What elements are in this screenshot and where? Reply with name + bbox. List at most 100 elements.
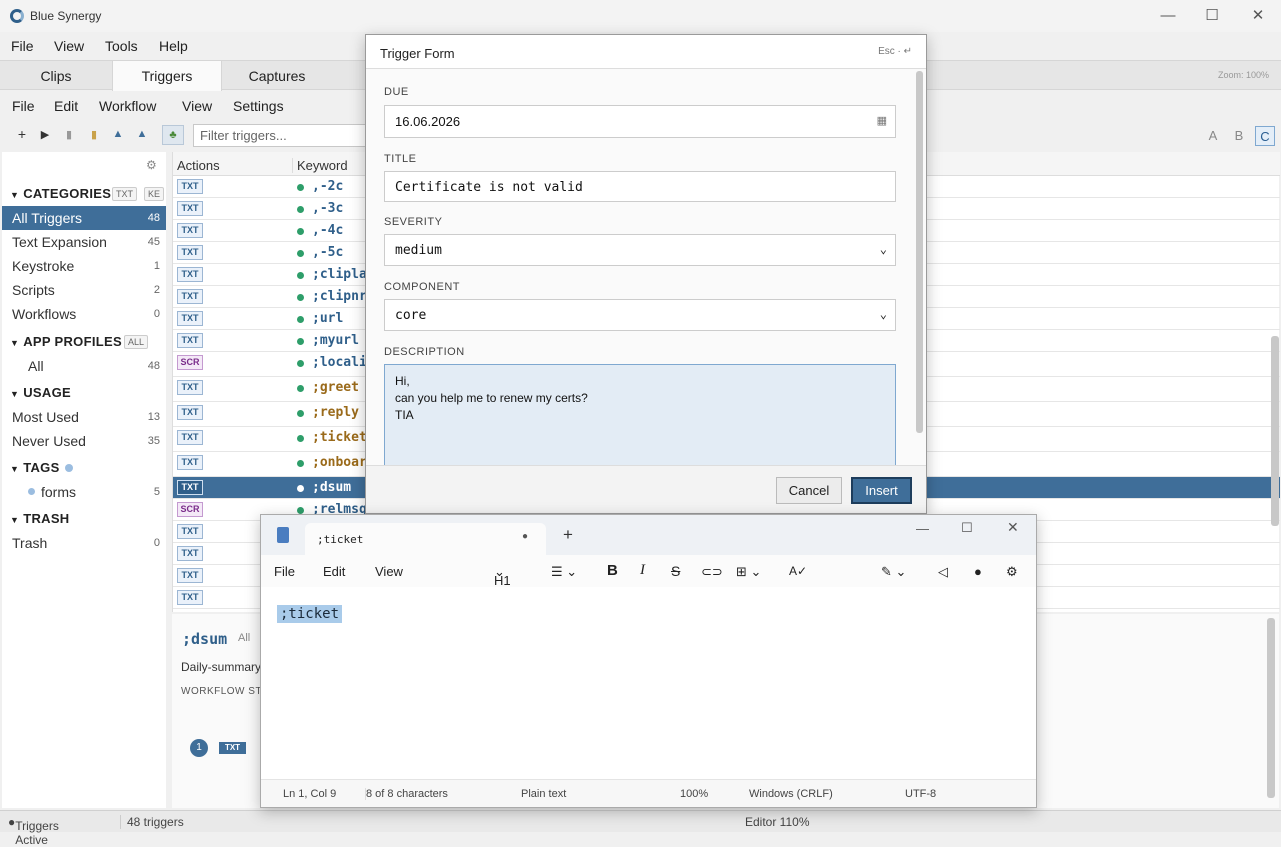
details-scrollbar[interactable] [1267, 618, 1275, 798]
col-actions[interactable]: Actions [177, 158, 220, 173]
tags-header[interactable]: ▼ TAGS [10, 460, 73, 475]
dialog-scrollbar[interactable] [916, 71, 923, 433]
paste-icon[interactable]: ▮ [86, 128, 102, 141]
tab-captures[interactable]: Captures [222, 61, 332, 91]
sidebar-item-trash[interactable]: Trash 0 [2, 531, 166, 555]
trigger-keyword: ;url [312, 311, 344, 326]
minimize-icon[interactable]: — [1158, 6, 1178, 26]
italic-icon[interactable]: I [640, 562, 645, 579]
categories-badge-ke[interactable]: KE [144, 187, 165, 201]
sidebar-item-all-triggers[interactable]: All Triggers 48 [2, 206, 166, 230]
maximize-icon[interactable]: ☐ [1202, 6, 1222, 26]
sidebar-item-profile-all[interactable]: All 48 [2, 354, 166, 378]
status-dot [297, 338, 304, 345]
menu2-view[interactable]: View [182, 98, 212, 114]
menu2-edit[interactable]: Edit [54, 98, 78, 114]
severity-label: SEVERITY [384, 216, 443, 228]
play-icon[interactable]: ▶ [37, 128, 53, 141]
view-c-button[interactable]: C [1255, 126, 1275, 146]
sidebar-item-scripts[interactable]: Scripts 2 [2, 278, 166, 302]
editor-selected-text[interactable]: ;ticket [277, 605, 343, 623]
table-scrollbar[interactable] [1271, 336, 1279, 526]
menu-help[interactable]: Help [159, 38, 188, 54]
sidebar-item-text-expansion[interactable]: Text Expansion 45 [2, 230, 166, 254]
tree-icon[interactable]: ♣ [162, 125, 184, 145]
menu2-file[interactable]: File [12, 98, 35, 114]
menu-view[interactable]: View [54, 38, 84, 54]
tab-clips[interactable]: Clips [0, 61, 112, 91]
status-dot [297, 184, 304, 191]
categories-badge-txt[interactable]: TXT [112, 187, 137, 201]
title-input[interactable]: Certificate is not valid [384, 171, 896, 202]
status-dot [297, 272, 304, 279]
delete-icon[interactable]: ▮ [61, 128, 77, 141]
strikethrough-icon[interactable]: S [671, 563, 680, 579]
cancel-button[interactable]: Cancel [776, 477, 842, 504]
notepad-tab[interactable]: ;ticket ● [305, 523, 546, 555]
spellcheck-icon[interactable]: A✓ [789, 564, 807, 578]
link-icon[interactable]: ⊂⊃ [701, 564, 723, 580]
action-type-tag: TXT [177, 311, 203, 326]
export-icon[interactable]: ▲ [134, 128, 150, 140]
new-tab-icon[interactable]: + [563, 525, 573, 545]
sidebar-item-keystroke[interactable]: Keystroke 1 [2, 254, 166, 278]
app-profiles-badge[interactable]: ALL [124, 335, 149, 349]
settings-gear-icon[interactable]: ⚙ [146, 158, 157, 172]
notepad-close-icon[interactable]: ✕ [1007, 519, 1019, 536]
table-icon[interactable]: ⊞ ⌄ [736, 564, 761, 580]
notepad-menubar: File Edit View H1 ⌄ ☰ ⌄ B I S ⊂⊃ ⊞ ⌄ A✓ … [261, 555, 1036, 588]
status-dot [297, 228, 304, 235]
sidebar-item-tag-forms[interactable]: forms 5 [2, 480, 166, 504]
np-menu-file[interactable]: File [274, 564, 295, 579]
status-dot [297, 485, 304, 492]
severity-select[interactable]: medium ⌄ [384, 234, 896, 266]
sidebar-item-never-used[interactable]: Never Used 35 [2, 429, 166, 453]
menu2-settings[interactable]: Settings [233, 98, 284, 114]
detail-description: Daily-summary [181, 660, 262, 674]
np-menu-edit[interactable]: Edit [323, 564, 345, 579]
notepad-maximize-icon[interactable]: ☐ [961, 520, 973, 536]
description-textarea[interactable]: Hi, can you help me to renew my certs? T… [384, 364, 896, 466]
np-status-format[interactable]: Plain text [521, 788, 566, 800]
due-date-input[interactable]: 16.06.2026 ▦ [384, 105, 896, 138]
np-status-line-ending[interactable]: Windows (CRLF) [749, 788, 833, 800]
menu-tools[interactable]: Tools [105, 38, 138, 54]
trash-header[interactable]: ▼ TRASH [10, 511, 70, 526]
settings-icon[interactable]: ⚙ [1006, 564, 1018, 580]
np-status-zoom[interactable]: 100% [680, 788, 708, 800]
status-dot [297, 360, 304, 367]
workflow-step-number: 1 [190, 739, 208, 757]
dialog-shortcut-hint: Esc · ↵ [878, 46, 912, 57]
component-select[interactable]: core ⌄ [384, 299, 896, 331]
np-menu-view[interactable]: View [375, 564, 403, 579]
notepad-minimize-icon[interactable]: — [916, 521, 929, 536]
action-type-tag: SCR [177, 355, 203, 370]
bold-icon[interactable]: B [607, 562, 618, 579]
close-icon[interactable]: ✕ [1248, 6, 1268, 26]
sidebar-item-most-used[interactable]: Most Used 13 [2, 405, 166, 429]
app-profiles-header[interactable]: ▼ APP PROFILES [10, 334, 122, 349]
col-keyword[interactable]: Keyword [292, 158, 348, 173]
np-status-encoding[interactable]: UTF-8 [905, 788, 936, 800]
sidebar-item-workflows[interactable]: Workflows 0 [2, 302, 166, 326]
add-icon[interactable]: + [14, 126, 30, 142]
calendar-icon[interactable]: ▦ [877, 114, 887, 127]
announcement-icon[interactable]: ◁ [938, 564, 948, 580]
tab-triggers[interactable]: Triggers [112, 61, 222, 91]
component-chevron-down-icon: ⌄ [879, 307, 887, 321]
due-label: DUE [384, 86, 409, 98]
account-icon[interactable]: ● [974, 564, 982, 579]
view-b-button[interactable]: B [1229, 126, 1249, 146]
menu-file[interactable]: File [11, 38, 34, 54]
categories-header[interactable]: ▼ CATEGORIES [10, 186, 111, 201]
view-a-button[interactable]: A [1203, 126, 1223, 146]
filter-input[interactable]: Filter triggers... [193, 124, 373, 147]
insert-button[interactable]: Insert [851, 477, 912, 504]
usage-header[interactable]: ▼ USAGE [10, 385, 71, 400]
ai-rewrite-icon[interactable]: ✎ ⌄ [881, 564, 906, 580]
list-icon[interactable]: ☰ ⌄ [551, 564, 577, 580]
import-icon[interactable]: ▲ [110, 128, 126, 140]
menu2-workflow[interactable]: Workflow [99, 98, 156, 114]
heading-dropdown[interactable]: H1 ⌄ [494, 564, 511, 588]
action-type-tag: TXT [177, 568, 203, 583]
